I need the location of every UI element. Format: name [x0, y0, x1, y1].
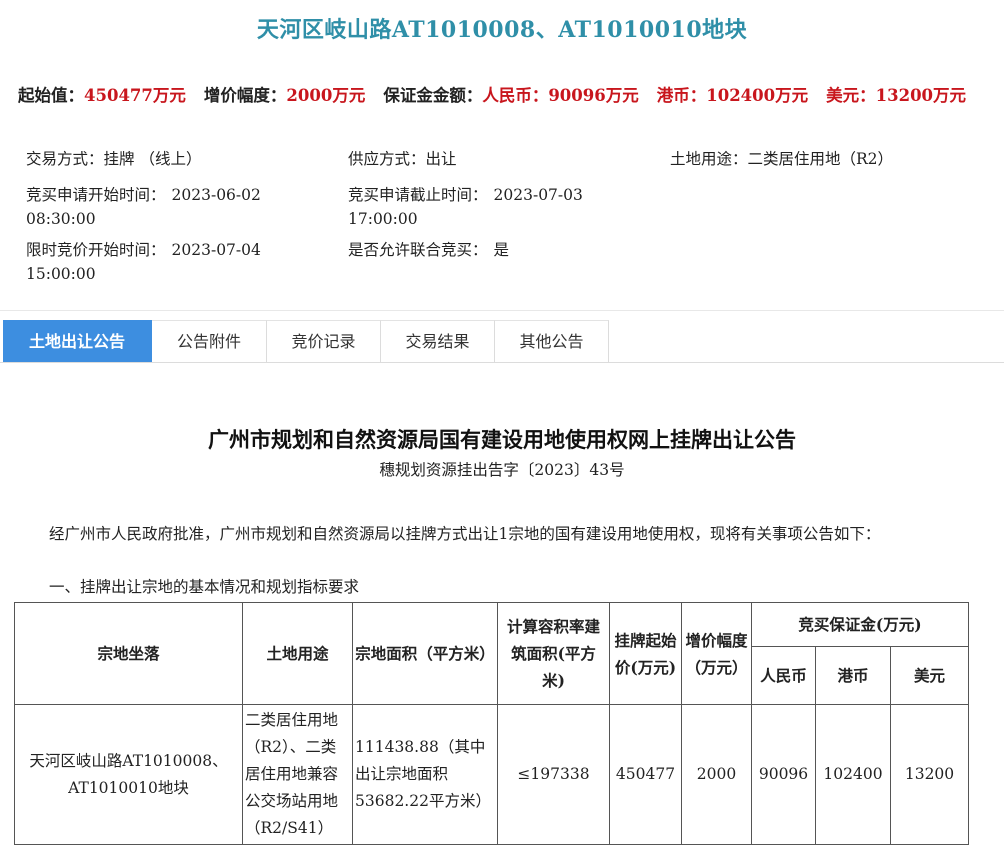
tab-bid-records[interactable]: 竞价记录 — [267, 320, 381, 362]
joint-bid: 是否允许联合竞买： 是 — [348, 238, 509, 262]
land-use-label: 土地用途： — [670, 150, 748, 168]
tab-attachments[interactable]: 公告附件 — [152, 320, 267, 362]
bid-start: 限时竞价开始时间： 2023-07-04 15:00:00 — [26, 238, 261, 286]
bid-start-date: 2023-07-04 — [171, 241, 261, 259]
cell-rmb: 90096 — [751, 704, 816, 845]
apply-end: 竞买申请截止时间： 2023-07-03 17:00:00 — [348, 183, 583, 231]
header-area: 宗地面积（平方米） — [352, 602, 498, 705]
apply-start: 竞买申请开始时间： 2023-06-02 08:30:00 — [26, 183, 261, 231]
land-info-table: 宗地坐落 土地用途 宗地面积（平方米） 计算容积率建筑面积(平方米) 挂牌起始价… — [14, 602, 969, 845]
document-number: 穗规划资源挂出告字〔2023〕43号 — [379, 461, 625, 479]
land-use-value: 二类居住用地（R2） — [747, 150, 894, 168]
cell-start-price: 450477 — [609, 704, 682, 845]
land-plot-summary-card: 天河区岐山路AT1010008、AT1010010地块 起始值：450477万元… — [0, 0, 1004, 311]
apply-end-date: 2023-07-03 — [493, 186, 583, 204]
tab-trade-results[interactable]: 交易结果 — [381, 320, 495, 362]
header-land-use: 土地用途 — [242, 602, 353, 705]
trade-mode-label: 交易方式： — [26, 150, 104, 168]
tab-bar: 土地出让公告 公告附件 竞价记录 交易结果 其他公告 — [0, 320, 1004, 363]
cell-land-use: 二类居住用地（R2）、二类居住用地兼容公交场站用地（R2/S41） — [242, 704, 353, 845]
rmb-label: 人民币： — [482, 86, 549, 105]
plot-title: 天河区岐山路AT1010008、AT1010010地块 — [256, 17, 748, 43]
table-row: 天河区岐山路AT1010008、AT1010010地块 二类居住用地（R2）、二… — [14, 704, 969, 845]
start-price-value: 450477万元 — [84, 86, 186, 105]
cell-usd: 13200 — [890, 704, 969, 845]
header-usd: 美元 — [890, 646, 969, 705]
header-hkd: 港币 — [815, 646, 891, 705]
rmb-value: 90096万元 — [548, 86, 639, 105]
cell-increment: 2000 — [681, 704, 752, 845]
cell-area: 111438.88（其中出让宗地面积53682.22平方米） — [352, 704, 498, 845]
increment-label: 增价幅度： — [203, 86, 287, 105]
document-title: 广州市规划和自然资源局国有建设用地使用权网上挂牌出让公告 — [208, 427, 796, 452]
usd-label: 美元： — [826, 86, 876, 105]
supply-mode: 供应方式：出让 — [348, 147, 457, 171]
trade-mode-value: 挂牌 （线上） — [103, 150, 202, 168]
section-heading-1: 一、挂牌出让宗地的基本情况和规划指标要求 — [49, 578, 360, 596]
tab-other-announcements[interactable]: 其他公告 — [495, 320, 609, 362]
intro-paragraph: 经广州市人民政府批准，广州市规划和自然资源局以挂牌方式出让1宗地的国有建设用地使… — [49, 525, 881, 543]
cell-hkd: 102400 — [815, 704, 891, 845]
joint-bid-value: 是 — [493, 241, 510, 259]
header-far-area: 计算容积率建筑面积(平方米) — [497, 602, 610, 705]
cell-location: 天河区岐山路AT1010008、AT1010010地块 — [14, 704, 243, 845]
apply-start-time: 08:30:00 — [26, 210, 96, 228]
header-start-price: 挂牌起始价(万元) — [609, 602, 682, 705]
supply-mode-value: 出让 — [425, 150, 457, 168]
hkd-value: 102400万元 — [706, 86, 809, 105]
header-rmb: 人民币 — [751, 646, 816, 705]
cell-far-area: ≤197338 — [497, 704, 610, 845]
apply-start-date: 2023-06-02 — [171, 186, 261, 204]
usd-value: 13200万元 — [875, 86, 967, 105]
apply-end-time: 17:00:00 — [348, 210, 418, 228]
deposit-label: 保证金金额： — [383, 86, 483, 105]
increment-value: 2000万元 — [286, 86, 366, 105]
hkd-label: 港币： — [656, 86, 707, 105]
header-increment: 增价幅度（万元） — [681, 602, 752, 705]
header-location: 宗地坐落 — [14, 602, 243, 705]
trade-mode: 交易方式：挂牌 （线上） — [26, 147, 201, 171]
start-price-label: 起始值： — [18, 86, 84, 105]
bid-start-label: 限时竞价开始时间： — [26, 241, 166, 259]
supply-mode-label: 供应方式： — [348, 150, 426, 168]
bid-start-time: 15:00:00 — [26, 265, 96, 283]
joint-bid-label: 是否允许联合竞买： — [348, 241, 488, 259]
land-use: 土地用途：二类居住用地（R2） — [670, 147, 893, 171]
apply-end-label: 竞买申请截止时间： — [348, 186, 488, 204]
tab-land-announcement[interactable]: 土地出让公告 — [3, 320, 152, 362]
apply-start-label: 竞买申请开始时间： — [26, 186, 166, 204]
price-summary-row: 起始值：450477万元 增价幅度：2000万元 保证金金额：人民币：90096万元… — [18, 82, 984, 106]
header-deposit: 竞买保证金(万元) — [751, 602, 969, 647]
